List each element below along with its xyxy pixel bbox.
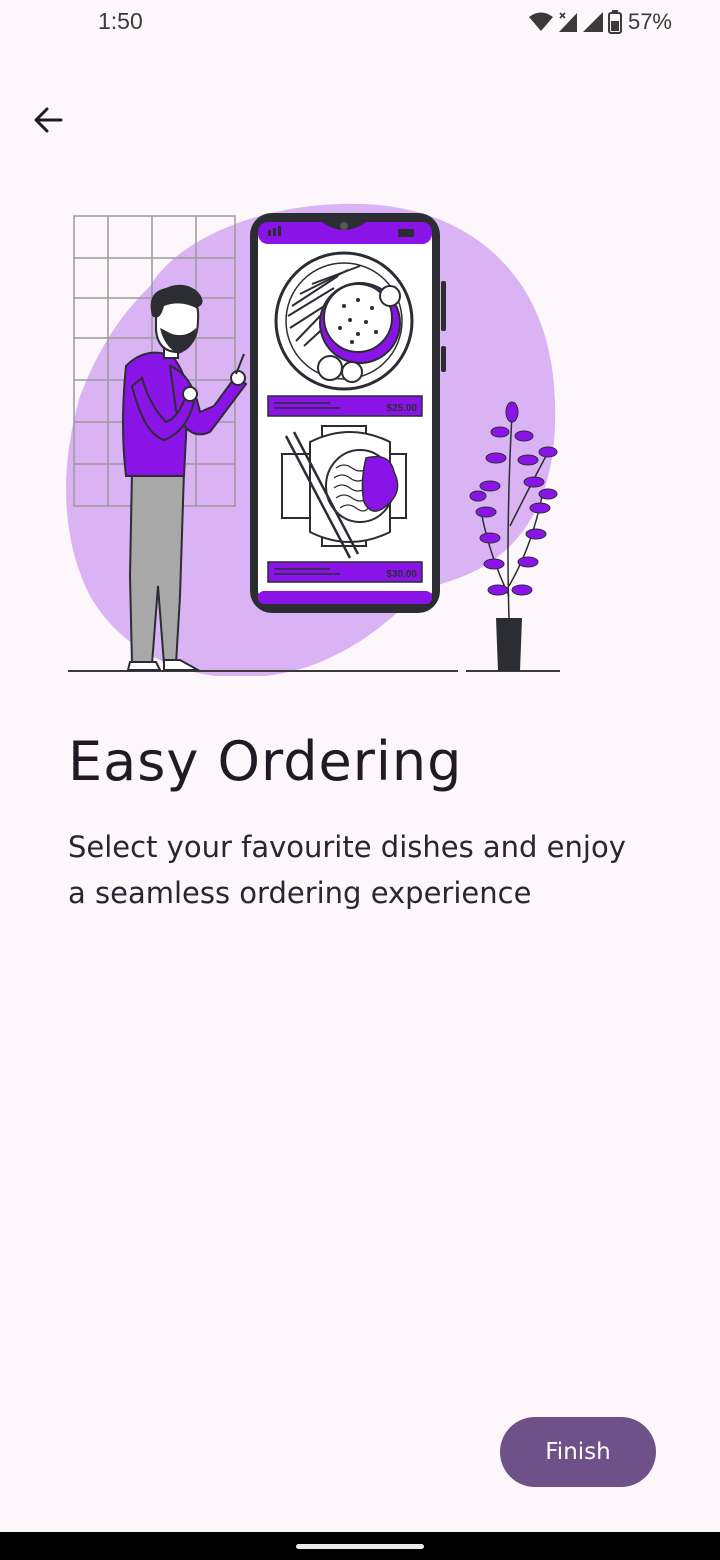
page-description: Select your favourite dishes and enjoy a… xyxy=(68,830,626,910)
signal-icon xyxy=(558,12,577,32)
navigation-bar xyxy=(0,1532,720,1560)
status-icons: 57% xyxy=(528,7,672,37)
battery-icon xyxy=(607,10,622,34)
back-button[interactable] xyxy=(24,96,72,144)
price-label-1: $25.00 xyxy=(386,403,417,414)
wifi-icon xyxy=(528,12,553,31)
signal-icon xyxy=(582,12,603,32)
home-indicator[interactable] xyxy=(296,1544,424,1549)
finish-button[interactable]: Finish xyxy=(500,1417,656,1487)
arrow-left-icon xyxy=(34,107,63,133)
price-label-2: $30.00 xyxy=(386,569,417,580)
status-time: 1:50 xyxy=(98,8,143,34)
status-bar: 1:50 57% xyxy=(0,0,720,44)
page-title: Easy Ordering xyxy=(68,730,463,793)
phone-mockup: $25.00 $30.00 xyxy=(250,213,446,613)
battery-percent: 57% xyxy=(627,9,672,34)
onboarding-illustration: $25.00 $30.00 xyxy=(66,203,560,676)
